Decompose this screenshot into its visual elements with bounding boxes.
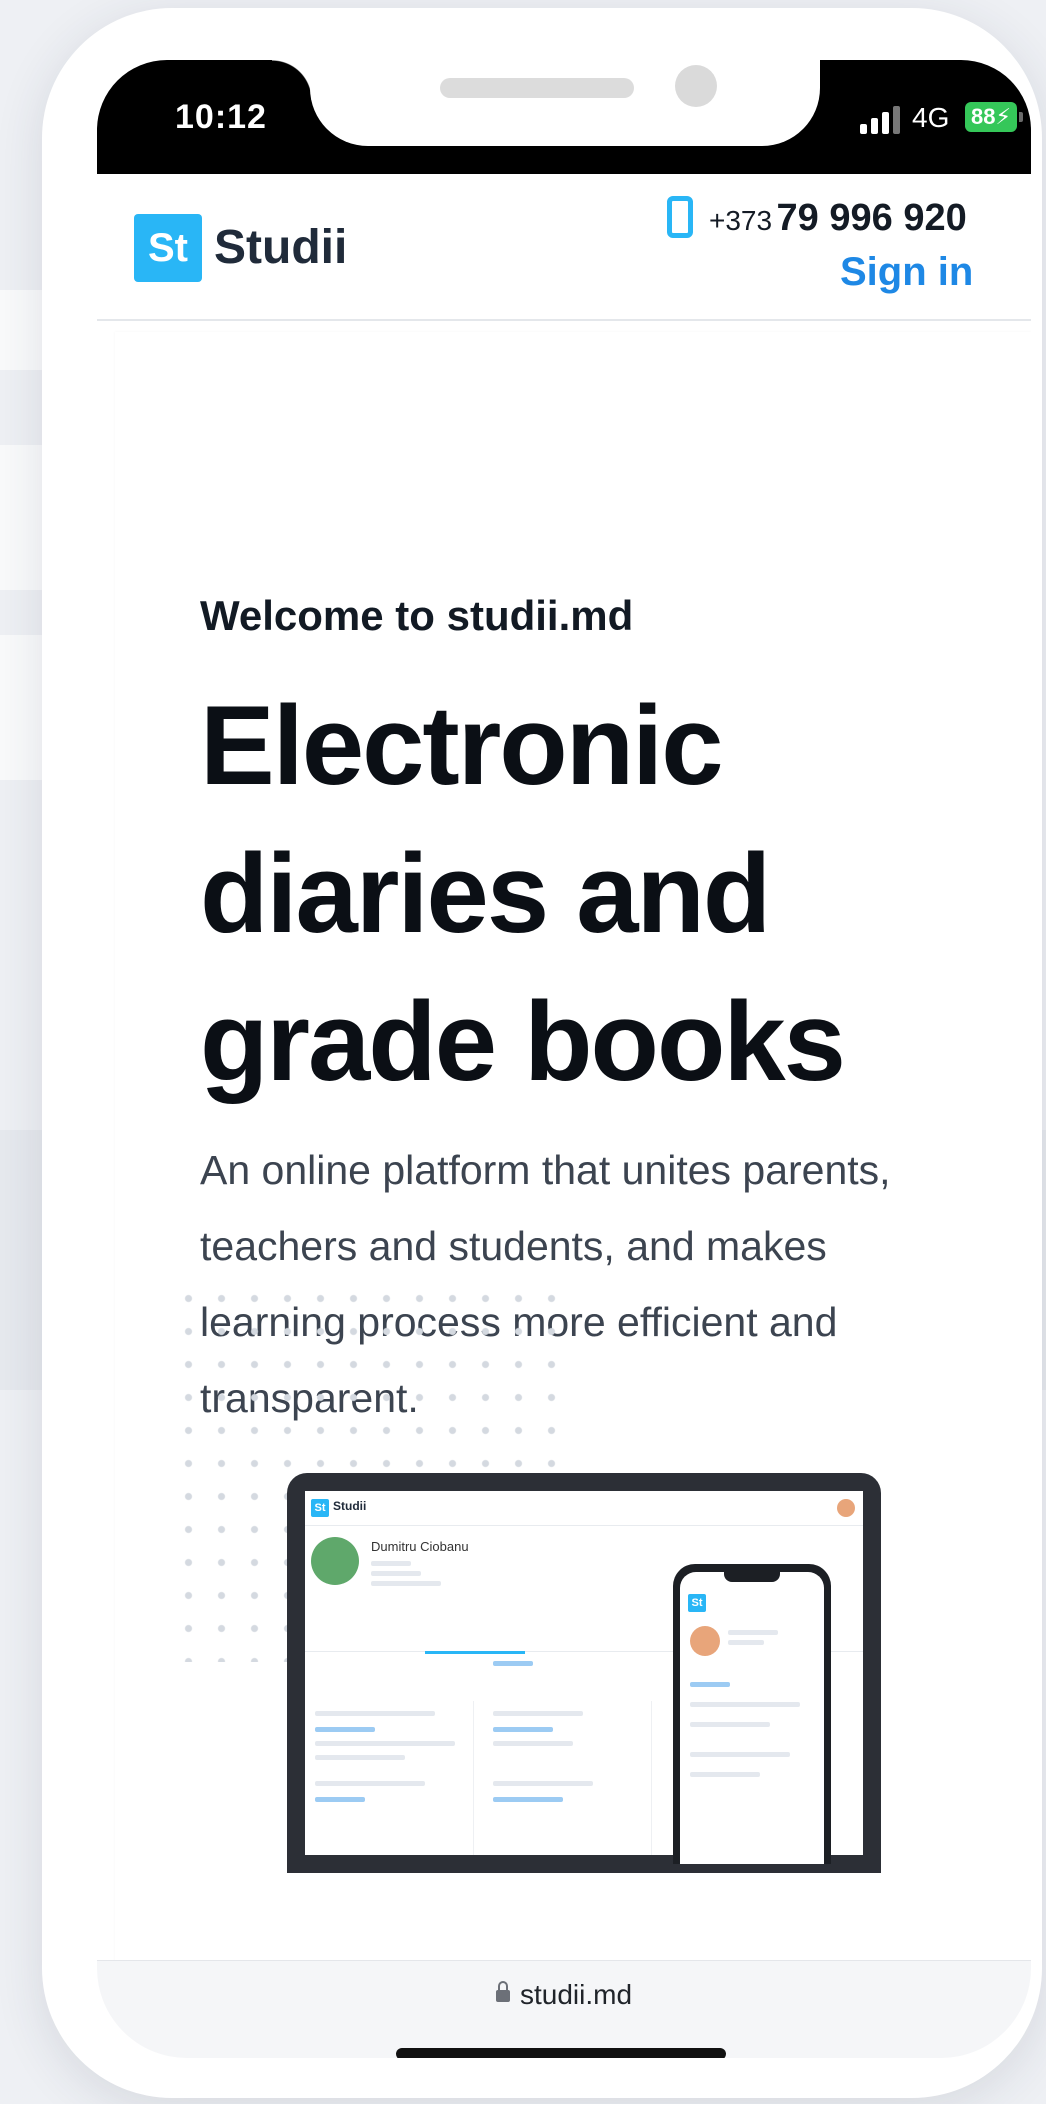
mobile-logo-icon: St [688, 1594, 706, 1612]
phone-number: 79 996 920 [776, 197, 967, 239]
site-header: St Studii +373 79 996 920 Sign in [97, 174, 1031, 321]
mobile-notch [724, 1572, 780, 1582]
network-type: 4G [912, 102, 950, 133]
home-indicator[interactable] [396, 2048, 726, 2058]
front-camera [675, 65, 717, 107]
speaker-grille [440, 78, 634, 98]
preview-active-tab [425, 1651, 525, 1654]
preview-column [305, 1701, 474, 1855]
preview-user-name: Dumitru Ciobanu [371, 1539, 469, 1554]
status-time: 10:12 [175, 98, 267, 136]
hero-headline: Electronic diaries and grade books [200, 683, 846, 1104]
battery-icon: 88⚡ [965, 102, 1023, 132]
lock-icon [495, 1981, 510, 2002]
logo-text[interactable]: Studii [214, 214, 347, 282]
phone-prefix: +373 [709, 205, 773, 236]
phone-screen: 10:12 4G 88⚡ St Studii +373 79 996 920 S… [97, 60, 1031, 2058]
preview-avatar [311, 1537, 359, 1585]
preview-topbar: St Studii [305, 1491, 863, 1526]
phone-frame: 10:12 4G 88⚡ St Studii +373 79 996 920 S… [42, 8, 1042, 2098]
battery-level: 88 [971, 104, 996, 129]
preview-line [371, 1581, 441, 1586]
url-text: studii.md [519, 1979, 633, 2010]
preview-line [371, 1561, 411, 1566]
mobile-avatar [690, 1626, 720, 1656]
browser-url-bar[interactable]: studii.md [97, 1960, 1031, 2058]
signal-icon [860, 106, 904, 134]
mobile-screen: St [680, 1572, 824, 1864]
welcome-text: Welcome to studii.md [200, 592, 634, 639]
phone-number-link[interactable]: +373 79 996 920 [709, 198, 967, 246]
phone-notch [272, 60, 820, 146]
status-bar: 10:12 4G 88⚡ [97, 60, 1031, 174]
preview-avatar-small [837, 1499, 855, 1517]
logo-mark[interactable]: St [134, 214, 202, 282]
phone-icon [667, 196, 693, 238]
sign-in-link[interactable]: Sign in [840, 250, 973, 295]
preview-line [371, 1571, 421, 1576]
preview-column [483, 1661, 652, 1855]
preview-logo-text: Studii [333, 1499, 367, 1513]
mobile-mockup: St [673, 1564, 831, 1864]
url-display[interactable]: studii.md [97, 1979, 1031, 2011]
preview-logo-icon: St [311, 1499, 329, 1517]
